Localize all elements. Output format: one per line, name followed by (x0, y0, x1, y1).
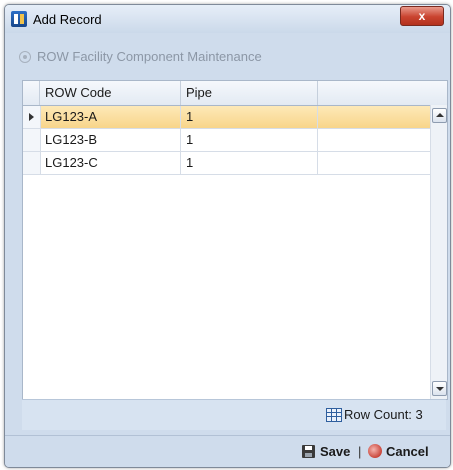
row-indicator (23, 152, 41, 174)
app-icon (11, 11, 27, 27)
column-header-pipe[interactable]: Pipe (181, 81, 318, 105)
records-grid[interactable]: ROW Code Pipe LG123-A 1 LG123-B 1 LG123-… (22, 80, 448, 400)
scroll-up-icon[interactable] (432, 108, 447, 123)
floppy-disk-icon[interactable] (302, 445, 315, 458)
title-bar[interactable]: Add Record x (5, 5, 450, 33)
row-count-label: Row Count: 3 (344, 407, 423, 422)
scroll-down-icon[interactable] (432, 381, 447, 396)
vertical-scrollbar[interactable] (430, 105, 447, 399)
cell-pipe[interactable]: 1 (181, 106, 318, 128)
table-row[interactable]: LG123-B 1 (23, 129, 431, 152)
section-title: ROW Facility Component Maintenance (37, 49, 262, 64)
cell-pipe[interactable]: 1 (181, 152, 318, 174)
grid-header: ROW Code Pipe (23, 81, 447, 106)
status-bar: Row Count: 3 (22, 399, 446, 430)
current-row-arrow-icon (29, 113, 34, 121)
cell-empty (318, 152, 431, 174)
cell-row-code[interactable]: LG123-A (40, 106, 181, 128)
row-indicator (23, 129, 41, 151)
grid-icon (326, 408, 342, 422)
footer-bar: Save | Cancel (5, 435, 450, 467)
cell-row-code[interactable]: LG123-B (40, 129, 181, 151)
close-button[interactable]: x (400, 6, 444, 26)
table-row[interactable]: LG123-C 1 (23, 152, 431, 175)
cell-pipe[interactable]: 1 (181, 129, 318, 151)
column-header-row-code[interactable]: ROW Code (40, 81, 181, 105)
cancel-icon[interactable] (368, 444, 382, 458)
cell-row-code[interactable]: LG123-C (40, 152, 181, 174)
section-header: ROW Facility Component Maintenance (15, 47, 440, 69)
column-header-empty (318, 81, 447, 105)
button-separator: | (358, 444, 362, 459)
window-title: Add Record (33, 12, 102, 27)
cancel-button[interactable]: Cancel (386, 444, 429, 459)
row-indicator (23, 106, 41, 128)
row-indicator-header (23, 81, 40, 105)
save-button[interactable]: Save (320, 444, 350, 459)
cell-empty (318, 106, 431, 128)
cell-empty (318, 129, 431, 151)
add-record-dialog: Add Record x ROW Facility Component Main… (4, 4, 451, 468)
table-row[interactable]: LG123-A 1 (23, 106, 431, 129)
radio-icon (19, 51, 31, 63)
